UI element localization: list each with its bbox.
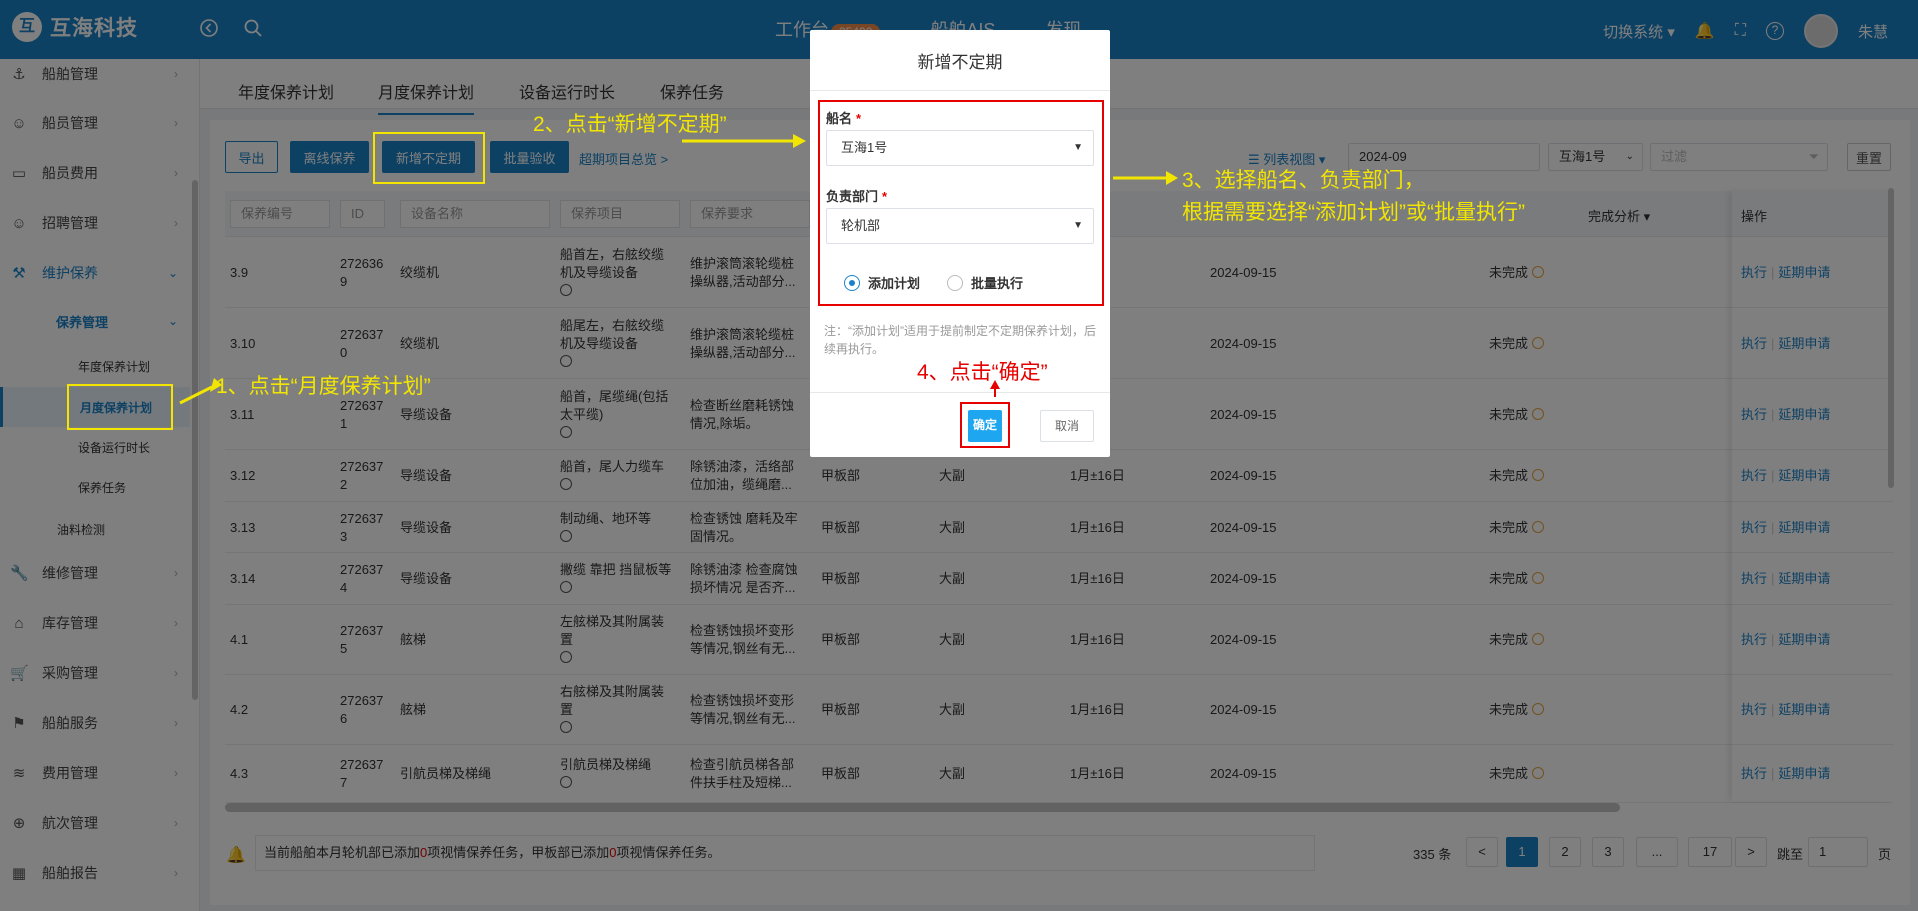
modal-note: 注：“添加计划”适用于提前制定不定期保养计划，后续再执行。: [824, 324, 1096, 356]
annotation-step2: 2、点击“新增不定期”: [533, 113, 727, 136]
modal-title: 新增不定期: [917, 53, 1003, 72]
highlight-monthly-plan: [67, 384, 173, 430]
cancel-button[interactable]: 取消: [1040, 410, 1094, 442]
add-irregular-modal: 新增不定期 船名 * 互海1号 ▼ 负责部门 * 轮机部 ▼ 添加计划 批量执行 注：“…: [810, 30, 1110, 457]
divider: [810, 90, 1110, 91]
annotation-step4: 4、点击“确定”: [917, 361, 1048, 384]
annotation-step1: 1、点击“月度保养计划”: [216, 375, 431, 398]
annotation-step3-line1: 3、选择船名、负责部门，: [1182, 169, 1425, 192]
confirm-button[interactable]: 确定: [968, 410, 1002, 442]
annotation-step3-line2: 根据需要选择“添加计划”或“批量执行”: [1182, 201, 1525, 224]
highlight-form-fields: [818, 100, 1104, 306]
divider: [810, 392, 1110, 393]
highlight-add-irregular: [373, 132, 485, 184]
